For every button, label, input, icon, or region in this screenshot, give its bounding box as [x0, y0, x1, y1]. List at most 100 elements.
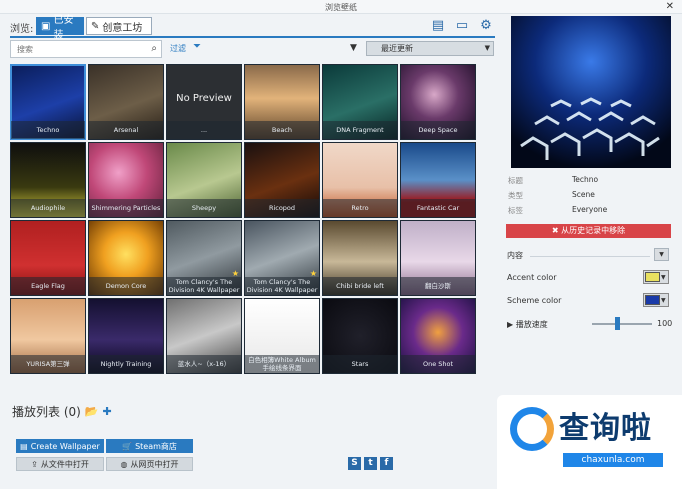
- wallpaper-title: Fantastic Car: [401, 199, 475, 217]
- wallpaper-tile[interactable]: No Preview...: [166, 64, 242, 140]
- sort-select[interactable]: 最近更新 ▼: [366, 41, 494, 56]
- create-wallpaper-button[interactable]: ▤ Create Wallpaper: [16, 439, 104, 453]
- wallpaper-title: Eagle Flag: [11, 277, 85, 295]
- accent-color-picker[interactable]: ▼: [643, 270, 669, 284]
- twitter-icon[interactable]: t: [364, 457, 377, 470]
- wallpaper-title: Techno: [11, 121, 85, 139]
- search-row: ⌕ 过滤 ⏷ ▼ 最近更新 ▼: [10, 40, 495, 58]
- wallpaper-title: 白色相簿White Album 手绘线条界面: [245, 355, 319, 373]
- rating-label: 标签: [508, 206, 523, 215]
- browse-label: 浏览:: [10, 24, 34, 35]
- wallpaper-tile[interactable]: ★ Tom Clancy's The Division 4K Wallpaper …: [244, 220, 320, 296]
- wallpaper-tile[interactable]: Ricopod: [244, 142, 320, 218]
- wallpaper-tile[interactable]: 翻白沙斯: [400, 220, 476, 296]
- wallpaper-title: 蓝水人~（x-16）: [167, 355, 241, 373]
- create-wallpaper-label: Create Wallpaper: [30, 441, 100, 451]
- tabs-row: 浏览: ▣ 已安装 ✎ 创意工坊 ▤ ▭ ⚙: [10, 15, 495, 41]
- wallpaper-tile[interactable]: 蓝水人~（x-16）: [166, 298, 242, 374]
- folder-open-icon[interactable]: 📂: [85, 405, 99, 418]
- wallpaper-title: Ricopod: [245, 199, 319, 217]
- open-from-web-label: 从网页中打开: [130, 459, 179, 469]
- plus-icon[interactable]: ✚: [103, 405, 112, 418]
- filter-icon[interactable]: ⏷: [193, 41, 201, 52]
- open-from-file-label: 从文件中打开: [40, 459, 89, 469]
- open-from-web-button[interactable]: ◍ 从网页中打开: [106, 457, 193, 471]
- wallpaper-tile[interactable]: Demon Core: [88, 220, 164, 296]
- title-value: Techno: [572, 175, 599, 184]
- wallpaper-tile[interactable]: ★ Tom Clancy's The Division 4K Wallpaper …: [166, 220, 242, 296]
- wallpaper-grid: Techno Arsenal No Preview... Beach DNA Fragm…: [10, 64, 480, 378]
- wallpaper-tile[interactable]: Nightly Training: [88, 298, 164, 374]
- remove-from-history-button[interactable]: ✖ 从历史记录中移除: [506, 224, 671, 238]
- wallpaper-tile[interactable]: Techno: [10, 64, 86, 140]
- tab-workshop-label: 创意工坊: [102, 22, 143, 34]
- content-divider: [530, 256, 650, 257]
- wallpaper-title: One Shot: [401, 355, 475, 373]
- document-icon: ▤: [20, 441, 28, 451]
- playback-speed-label: 播放速度: [515, 320, 548, 329]
- wallpaper-tile[interactable]: Fantastic Car: [400, 142, 476, 218]
- wallpaper-tile[interactable]: Stars: [322, 298, 398, 374]
- window-title: 浏览壁纸: [325, 3, 357, 12]
- play-icon[interactable]: ▶: [507, 320, 516, 329]
- wallpaper-title: YURISA第三弹: [11, 355, 85, 373]
- content-dropdown[interactable]: ▼: [654, 248, 669, 261]
- no-preview-text: No Preview: [176, 93, 232, 104]
- wallpaper-title: Deep Space: [401, 121, 475, 139]
- wallpaper-title: Tom Clancy's The Division 4K Wallpaper -…: [167, 277, 241, 295]
- wallpaper-tile[interactable]: YURISA第三弹: [10, 298, 86, 374]
- steam-store-button[interactable]: 🛒 Steam商店: [106, 439, 193, 453]
- chevron-down-icon: ▼: [661, 296, 666, 304]
- wallpaper-tile[interactable]: Deep Space: [400, 64, 476, 140]
- close-icon[interactable]: ✕: [666, 1, 674, 12]
- preview-image: [511, 16, 671, 168]
- gear-icon[interactable]: ⚙: [478, 18, 494, 34]
- facebook-icon[interactable]: f: [380, 457, 393, 470]
- wallpaper-title: Retro: [323, 199, 397, 217]
- scheme-color-swatch: [645, 295, 660, 305]
- wallpaper-title: DNA Fragment: [323, 121, 397, 139]
- monitor-icon[interactable]: ▭: [454, 18, 470, 34]
- wallpaper-tile[interactable]: Sheepy: [166, 142, 242, 218]
- wallpaper-tile[interactable]: Beach: [244, 64, 320, 140]
- title-label: 标题: [508, 176, 523, 185]
- tab-workshop[interactable]: ✎ 创意工坊: [86, 17, 152, 35]
- search-input[interactable]: [11, 41, 143, 57]
- wallpaper-tile[interactable]: Shimmering Particles: [88, 142, 164, 218]
- speed-value: 100: [657, 319, 673, 328]
- chevron-down-icon: ▼: [661, 273, 666, 281]
- type-value: Scene: [572, 190, 595, 199]
- rating-value: Everyone: [572, 205, 608, 214]
- wallpaper-title: Shimmering Particles: [89, 199, 163, 217]
- filter-link[interactable]: 过滤: [170, 43, 186, 54]
- wallpaper-title: Demon Core: [89, 277, 163, 295]
- speed-slider-handle[interactable]: [615, 317, 621, 330]
- wallpaper-tile[interactable]: One Shot: [400, 298, 476, 374]
- wallpaper-title: Tom Clancy's The Division 4K Wallpaper -…: [245, 277, 319, 295]
- watermark-logo: 查询啦 chaxunla.com: [497, 395, 682, 489]
- tab-installed[interactable]: ▣ 已安装: [36, 15, 84, 41]
- steam-store-label: Steam商店: [135, 441, 177, 451]
- wallpaper-tile[interactable]: 白色相簿White Album 手绘线条界面: [244, 298, 320, 374]
- type-label: 类型: [508, 191, 523, 200]
- wallpaper-title: Beach: [245, 121, 319, 139]
- watermark-url: chaxunla.com: [563, 453, 663, 467]
- document-icon[interactable]: ▤: [430, 18, 446, 34]
- open-from-file-button[interactable]: ⇪ 从文件中打开: [16, 457, 104, 471]
- wallpaper-title: Stars: [323, 355, 397, 373]
- wallpaper-tile[interactable]: Audiophile: [10, 142, 86, 218]
- upload-icon: ⇪: [31, 459, 38, 469]
- wallpaper-tile[interactable]: Eagle Flag: [10, 220, 86, 296]
- steam-icon[interactable]: S: [348, 457, 361, 470]
- speed-slider-track[interactable]: [592, 323, 652, 325]
- wallpaper-tile[interactable]: DNA Fragment: [322, 64, 398, 140]
- sort-direction-icon[interactable]: ▼: [350, 43, 357, 53]
- globe-icon: ◍: [120, 459, 128, 469]
- wallpaper-tile[interactable]: Chibi bride left: [322, 220, 398, 296]
- wrench-icon: ✎: [91, 20, 100, 32]
- wallpaper-tile[interactable]: Retro: [322, 142, 398, 218]
- wallpaper-tile[interactable]: Arsenal: [88, 64, 164, 140]
- search-icon[interactable]: ⌕: [151, 43, 157, 54]
- sort-select-value: 最近更新: [381, 44, 413, 53]
- scheme-color-picker[interactable]: ▼: [643, 293, 669, 307]
